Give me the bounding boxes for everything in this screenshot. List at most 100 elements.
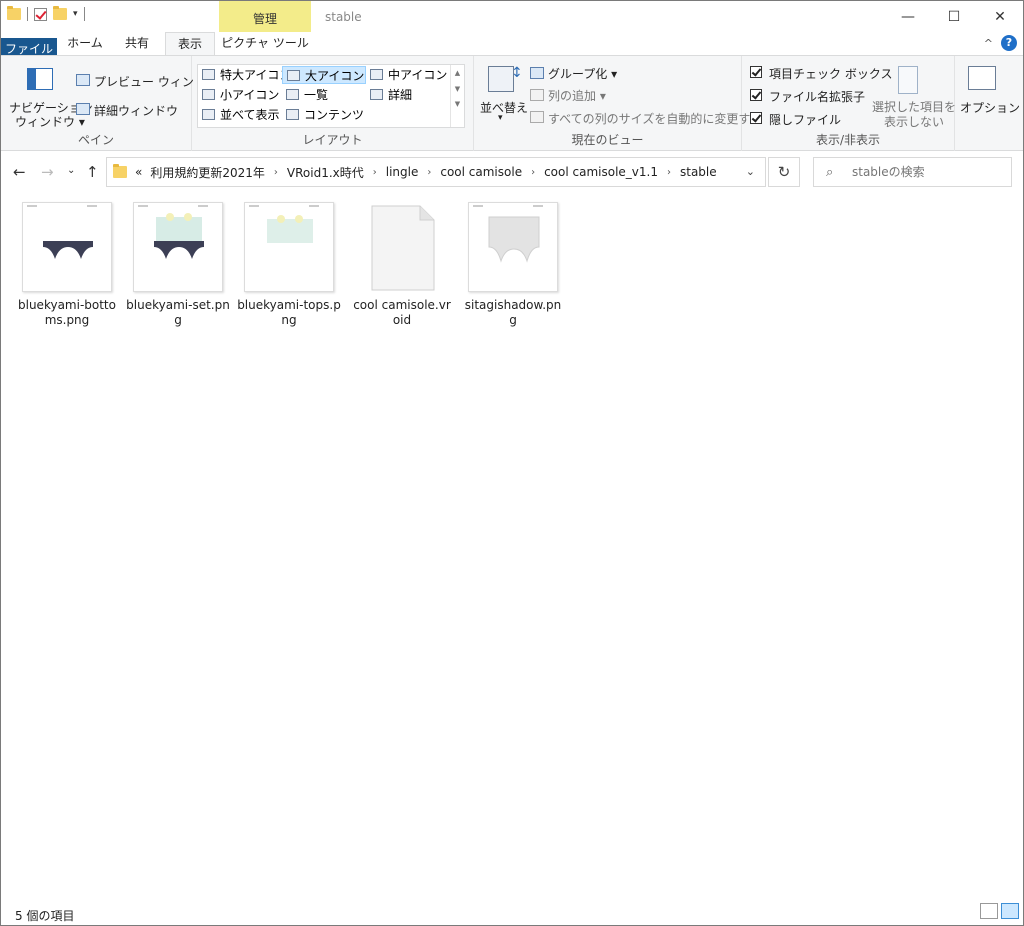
search-input[interactable] (852, 162, 1002, 182)
hide-selected-label-2[interactable]: 表示しない (884, 113, 944, 130)
size-columns-button[interactable]: すべての列のサイズを自動的に変更する (548, 110, 762, 127)
view-switcher (980, 903, 1019, 919)
breadcrumb-overflow[interactable]: « (127, 165, 146, 179)
address-bar[interactable]: « 利用規約更新2021年 › VRoid1.x時代 › lingle › co… (106, 157, 766, 187)
divider (27, 7, 28, 21)
quick-access-toolbar: ▾ (7, 6, 85, 21)
group-by-button[interactable]: グループ化 ▾ (548, 65, 617, 82)
details-icon (370, 89, 383, 100)
layout-list[interactable]: 一覧 (282, 86, 328, 104)
file-extensions-label[interactable]: ファイル名拡張子 (769, 88, 865, 105)
breadcrumb-item[interactable]: VRoid1.x時代 (283, 164, 368, 181)
layout-gallery: 特大アイコン 大アイコン 中アイコン 小アイコン 一覧 詳細 並べて表示 コンテ… (197, 64, 465, 128)
tab-share[interactable]: 共有 (113, 32, 161, 55)
details-pane-icon (76, 103, 90, 115)
breadcrumb-item[interactable]: cool camisole (436, 165, 526, 179)
file-name: cool camisole.vroid (353, 298, 451, 327)
sort-arrow-icon: ↕ (511, 65, 523, 81)
tab-home[interactable]: ホーム (61, 32, 109, 55)
layout-details[interactable]: 詳細 (366, 86, 412, 104)
set-thumbnail (138, 205, 208, 259)
file-item[interactable]: cool camisole.vroid (346, 199, 458, 328)
help-icon[interactable]: ? (1001, 35, 1017, 51)
refresh-button[interactable]: ↻ (768, 157, 800, 187)
details-pane-button[interactable]: 詳細ウィンドウ (94, 102, 178, 119)
scroll-down-icon[interactable]: ▼ (451, 85, 464, 93)
back-arrow-icon[interactable]: ← (13, 163, 26, 181)
file-item[interactable]: sitagishadow.png (457, 199, 569, 328)
close-button[interactable]: ✕ (977, 1, 1023, 32)
breadcrumb-item[interactable]: stable (676, 165, 721, 179)
options-icon[interactable] (968, 66, 996, 90)
context-tab-label[interactable]: 管理 (219, 10, 311, 27)
details-view-icon[interactable] (980, 903, 998, 919)
group-label-layout: レイアウト (302, 133, 363, 147)
more-icon[interactable]: ▼ (451, 100, 464, 108)
item-checkboxes-label[interactable]: 項目チェック ボックス (769, 65, 892, 82)
breadcrumb-item[interactable]: cool camisole_v1.1 (540, 165, 662, 179)
sort-button[interactable]: 並べ替え (480, 99, 528, 116)
chevron-right-icon[interactable]: › (422, 167, 436, 178)
file-name: sitagishadow.png (464, 298, 562, 327)
large-icons-icon (287, 70, 300, 81)
file-name: bluekyami-bottoms.png (18, 298, 116, 327)
chevron-right-icon[interactable]: › (368, 167, 382, 178)
tab-picture-tools[interactable]: ピクチャ ツール (219, 32, 311, 55)
file-item[interactable]: bluekyami-bottoms.png (11, 199, 123, 328)
list-icon (286, 89, 299, 100)
layout-small-icons[interactable]: 小アイコン (198, 86, 279, 104)
breadcrumb-item[interactable]: 利用規約更新2021年 (146, 164, 269, 181)
layout-content[interactable]: コンテンツ (282, 106, 364, 124)
refresh-icon: ↻ (777, 163, 791, 181)
layout-extra-large-icons[interactable]: 特大アイコン (198, 66, 291, 84)
file-item[interactable]: bluekyami-tops.png (233, 199, 345, 328)
layout-scroll[interactable]: ▲ ▼ ▼ (450, 65, 464, 127)
collapse-ribbon-icon[interactable]: ^ (984, 37, 993, 50)
breadcrumb-item[interactable]: lingle (382, 165, 423, 179)
file-list[interactable]: bluekyami-bottoms.png bluekyami-set.png (1, 193, 1023, 898)
tab-view[interactable]: 表示 (165, 32, 215, 56)
properties-icon[interactable] (34, 7, 47, 21)
layout-large-icons[interactable]: 大アイコン (282, 66, 366, 84)
options-button[interactable]: オプション (960, 99, 1020, 116)
large-icons-view-icon[interactable] (1001, 903, 1019, 919)
navigation-pane-label-2[interactable]: ウィンドウ ▾ (15, 113, 85, 130)
image-thumbnail (244, 202, 334, 292)
new-folder-icon[interactable] (53, 6, 67, 20)
recent-locations-icon[interactable]: ⌄ (67, 165, 75, 176)
file-extensions-checkbox[interactable] (750, 89, 762, 101)
group-label-pane: ペイン (77, 133, 114, 147)
address-dropdown-icon[interactable]: ⌄ (746, 165, 755, 178)
scroll-up-icon[interactable]: ▲ (451, 69, 464, 77)
add-columns-button[interactable]: 列の追加 ▾ (548, 87, 606, 104)
chevron-right-icon[interactable]: › (662, 167, 676, 178)
title-bar: ▾ 管理 stable — ☐ ✕ (1, 1, 1023, 33)
image-thumbnail (468, 202, 558, 292)
minimize-button[interactable]: — (885, 1, 931, 32)
hide-selected-icon[interactable] (898, 66, 918, 94)
chevron-right-icon[interactable]: › (526, 167, 540, 178)
caption-buttons: — ☐ ✕ (885, 1, 1023, 32)
file-name: bluekyami-set.png (126, 298, 230, 327)
layout-medium-icons[interactable]: 中アイコン (366, 66, 447, 84)
file-item[interactable]: bluekyami-set.png (122, 199, 234, 328)
divider (83, 7, 85, 21)
forward-arrow-icon[interactable]: → (41, 163, 54, 181)
search-icon: ⌕ (826, 165, 834, 180)
ribbon-tabs: ファイル ホーム 共有 表示 ピクチャ ツール ^ ? (1, 32, 1023, 61)
item-checkboxes-checkbox[interactable] (750, 66, 762, 78)
maximize-button[interactable]: ☐ (931, 1, 977, 32)
folder-icon[interactable] (7, 6, 21, 20)
navigation-pane-icon[interactable] (27, 68, 53, 90)
chevron-right-icon[interactable]: › (269, 167, 283, 178)
hidden-items-label[interactable]: 隠しファイル (769, 111, 841, 128)
search-box[interactable]: ⌕ (813, 157, 1012, 187)
group-label-current-view: 現在のビュー (571, 133, 644, 147)
layout-tiles[interactable]: 並べて表示 (198, 106, 280, 124)
hidden-items-checkbox[interactable] (750, 112, 762, 124)
tiles-icon (202, 109, 215, 120)
sort-dropdown-icon[interactable]: ▾ (498, 113, 503, 123)
customize-toolbar-icon[interactable]: ▾ (73, 9, 78, 19)
up-arrow-icon[interactable]: ↑ (86, 163, 99, 181)
group-label-show-hide: 表示/非表示 (815, 133, 881, 147)
